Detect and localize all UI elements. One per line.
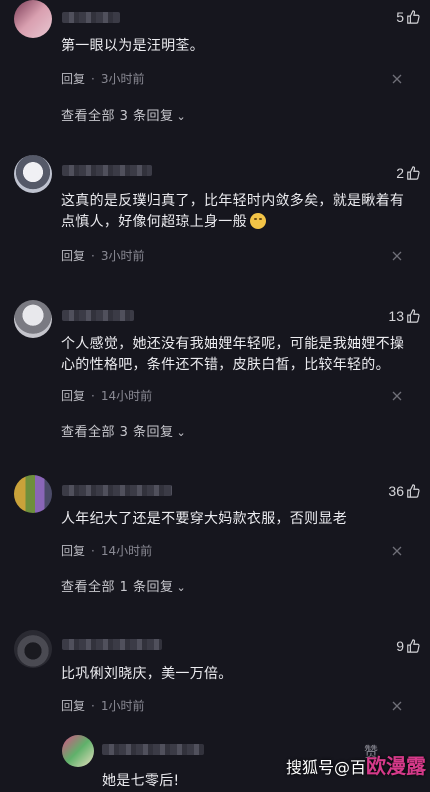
timestamp: 14小时前 (100, 544, 153, 558)
timestamp: 1小时前 (100, 699, 145, 713)
username[interactable] (62, 310, 134, 321)
view-all-replies-link[interactable]: 查看全部 3 条回复 ⌄ (61, 105, 186, 124)
reply-button[interactable]: 回复 (61, 249, 85, 263)
like-count: 9 (396, 638, 404, 654)
timestamp: 14小时前 (100, 389, 153, 403)
avatar[interactable] (14, 630, 52, 668)
chevron-down-icon: ⌄ (176, 581, 187, 594)
avatar[interactable] (14, 475, 52, 513)
reply-button[interactable]: 回复 (61, 389, 85, 403)
chevron-down-icon: ⌄ (176, 110, 187, 123)
reply-button[interactable]: 回复 (61, 699, 85, 713)
thumbs-up-icon[interactable] (406, 639, 420, 653)
comment-text: 个人感觉，她还没有我妯娌年轻呢，可能是我妯娌不操心的性格吧，条件还不错，皮肤白皙… (61, 336, 405, 373)
username[interactable] (62, 165, 152, 176)
thumbs-up-icon[interactable] (406, 166, 420, 180)
comment-meta: 回复 · 3小时前 (61, 249, 145, 263)
username[interactable] (102, 744, 204, 755)
view-all-replies-link[interactable]: 查看全部 3 条回复 ⌄ (61, 421, 186, 440)
comment-text-content: 这真的是反璞归真了，比年轻时内敛多矣，就是瞅着有点慎人，好像何超琼上身一般 (61, 193, 405, 230)
close-icon[interactable] (392, 701, 402, 711)
view-all-replies-label: 查看全部 3 条回复 (61, 109, 174, 124)
avatar[interactable] (14, 300, 52, 338)
view-all-replies-label: 查看全部 3 条回复 (61, 425, 174, 440)
grimace-emoji-icon (249, 213, 266, 229)
like-count: 5 (396, 9, 404, 25)
username[interactable] (62, 639, 162, 650)
avatar[interactable] (14, 155, 52, 193)
watermark-brand: 欧漫露 (366, 754, 426, 778)
comment-text: 这真的是反璞归真了，比年轻时内敛多矣，就是瞅着有点慎人，好像何超琼上身一般 (61, 191, 406, 233)
comment-meta: 回复 · 14小时前 (61, 544, 153, 558)
thumbs-up-icon[interactable] (406, 10, 420, 24)
thumbs-up-icon[interactable] (406, 484, 420, 498)
watermark-prefix: 搜狐号@百 (285, 758, 366, 777)
comment-meta: 回复 · 1小时前 (61, 699, 145, 713)
thumbs-up-icon[interactable] (406, 309, 420, 323)
avatar[interactable] (14, 0, 52, 38)
reply-button[interactable]: 回复 (61, 544, 85, 558)
view-all-replies-link[interactable]: 查看全部 1 条回复 ⌄ (61, 576, 186, 595)
close-icon[interactable] (392, 251, 402, 261)
avatar[interactable] (62, 735, 94, 767)
comment-meta: 回复 · 3小时前 (61, 72, 145, 86)
watermark: 搜狐号@百欧漫露 (286, 750, 426, 779)
username[interactable] (62, 12, 120, 23)
timestamp: 3小时前 (100, 72, 145, 86)
like-count: 13 (388, 308, 404, 324)
close-icon[interactable] (392, 74, 402, 84)
close-icon[interactable] (392, 391, 402, 401)
comment-text: 比巩俐刘晓庆，美一万倍。 (61, 666, 233, 682)
like-count: 2 (396, 165, 404, 181)
comment-text: 第一眼以为是汪明荃。 (61, 38, 204, 54)
reply-button[interactable]: 回复 (61, 72, 85, 86)
timestamp: 3小时前 (100, 249, 145, 263)
close-icon[interactable] (392, 546, 402, 556)
comment-text: 人年纪大了还是不要穿大妈款衣服，否则显老 (61, 511, 347, 527)
comment-meta: 回复 · 14小时前 (61, 389, 153, 403)
view-all-replies-label: 查看全部 1 条回复 (61, 580, 174, 595)
username[interactable] (62, 485, 172, 496)
chevron-down-icon: ⌄ (176, 426, 187, 439)
like-count: 36 (388, 483, 404, 499)
